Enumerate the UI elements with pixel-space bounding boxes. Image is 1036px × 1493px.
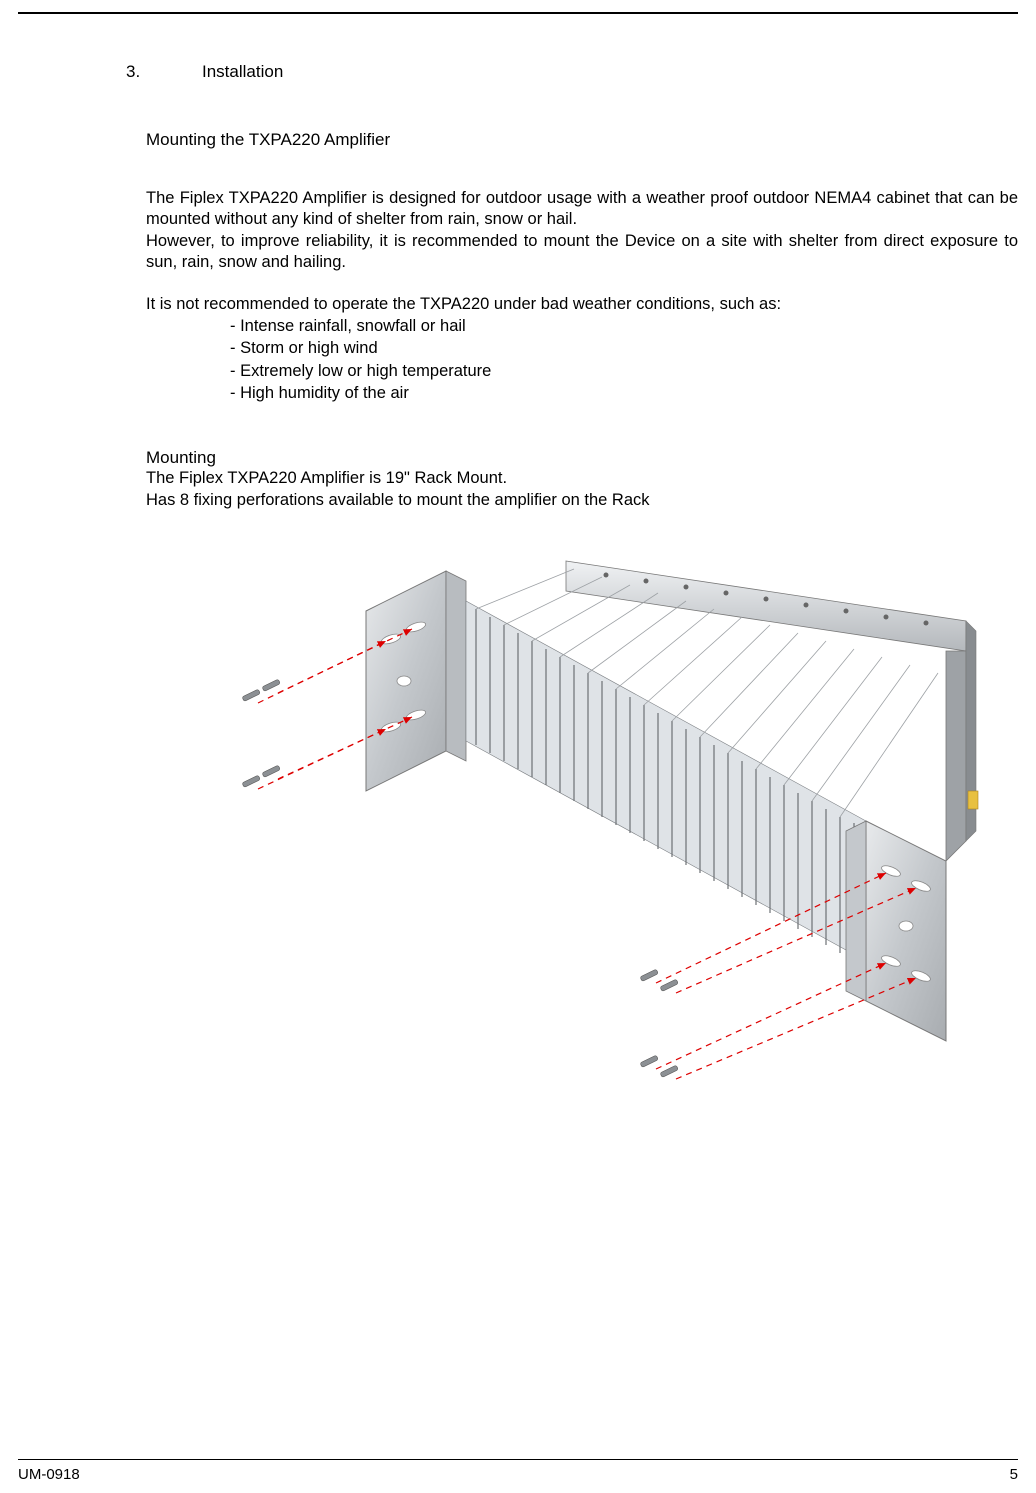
paragraph: Has 8 fixing perforations available to m… [146,490,1018,511]
footer-rule [18,1459,1018,1460]
top-horizontal-rule [18,12,1018,14]
list-item: - Extremely low or high temperature [230,360,1018,382]
footer-page-number: 5 [1010,1466,1018,1483]
paragraph: The Fiplex TXPA220 Amplifier is 19" Rack… [146,468,1018,489]
section-title: Installation [202,62,283,82]
section-header: 3. Installation [126,62,1018,82]
list-item: - Intense rainfall, snowfall or hail [230,315,1018,337]
list-item: - High humidity of the air [230,382,1018,404]
subsection-heading: Mounting [146,448,1018,468]
subsection-heading: Mounting the TXPA220 Amplifier [146,130,1018,150]
section-number: 3. [126,62,202,82]
paragraph: However, to improve reliability, it is r… [146,231,1018,274]
amplifier-mounting-figure [186,531,1006,1091]
paragraph: The Fiplex TXPA220 Amplifier is designed… [146,188,1018,231]
page-footer: UM-0918 5 [18,1459,1018,1483]
page-content: 3. Installation Mounting the TXPA220 Amp… [18,62,1018,1091]
condition-list: - Intense rainfall, snowfall or hail - S… [230,315,1018,404]
footer-doc-id: UM-0918 [18,1466,80,1483]
paragraph: It is not recommended to operate the TXP… [146,294,1018,315]
list-item: - Storm or high wind [230,337,1018,359]
